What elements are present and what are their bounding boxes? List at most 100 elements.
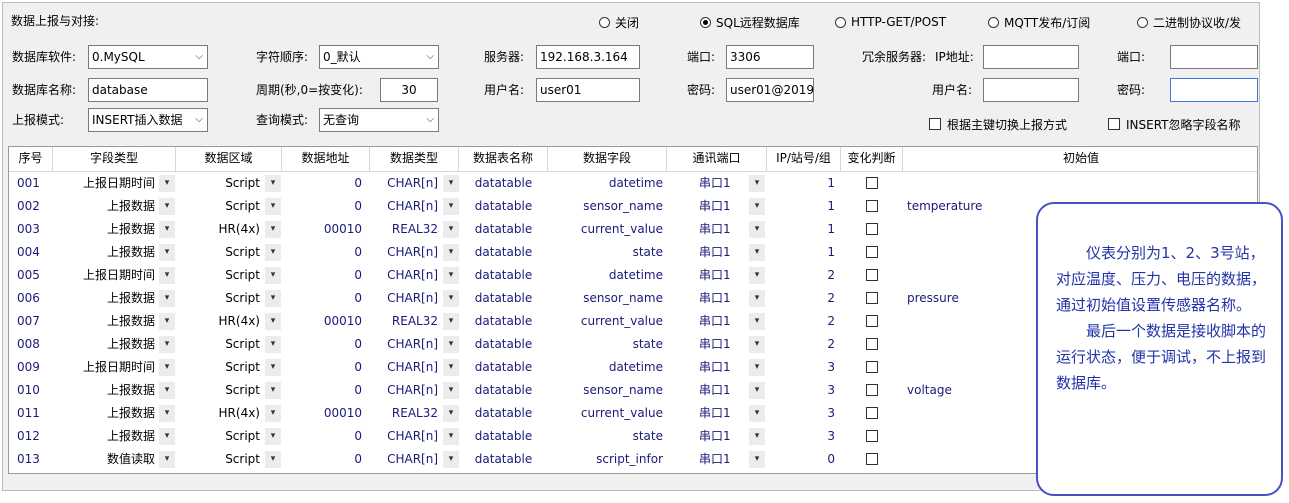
cell-field[interactable]: current_value <box>548 310 667 333</box>
col-header-init[interactable]: 初始值 <box>903 147 1257 171</box>
cell-no[interactable]: 001 <box>17 172 57 195</box>
dtype-dropdown-icon[interactable]: ▾ <box>443 428 459 445</box>
cell-dtype[interactable]: REAL32 <box>370 310 442 333</box>
cell-addr[interactable]: 0 <box>282 195 366 218</box>
cell-field[interactable]: state <box>548 333 667 356</box>
dtype-dropdown-icon[interactable]: ▾ <box>443 382 459 399</box>
cell-init[interactable] <box>907 425 1037 448</box>
col-header-dtype[interactable]: 数据类型 <box>370 147 459 171</box>
cell-dtype[interactable]: CHAR[n] <box>370 287 442 310</box>
cell-field-type[interactable]: 上报数据 <box>53 287 159 310</box>
cell-field-type[interactable]: 上报日期时间 <box>53 264 159 287</box>
cell-area[interactable]: Script <box>176 241 264 264</box>
cell-port[interactable]: 串口1 <box>699 195 749 218</box>
change-detect-checkbox[interactable] <box>866 430 878 442</box>
port-dropdown-icon[interactable]: ▾ <box>749 359 765 376</box>
col-header-port[interactable]: 通讯端口 <box>667 147 767 171</box>
cell-field[interactable]: current_value <box>548 218 667 241</box>
col-header-station[interactable]: IP/站号/组 <box>767 147 841 171</box>
area-dropdown-icon[interactable]: ▾ <box>265 290 281 307</box>
change-detect-checkbox[interactable] <box>866 177 878 189</box>
redundant-password-input[interactable] <box>1170 78 1258 102</box>
report-mode-select[interactable]: INSERT插入数据 ⌵ <box>88 108 208 132</box>
cell-no[interactable]: 003 <box>17 218 57 241</box>
mode-radio-http[interactable]: HTTP-GET/POST <box>835 12 946 32</box>
cell-station[interactable]: 1 <box>767 218 839 241</box>
port-dropdown-icon[interactable]: ▾ <box>749 175 765 192</box>
area-dropdown-icon[interactable]: ▾ <box>265 175 281 192</box>
cell-field[interactable]: datetime <box>548 264 667 287</box>
dtype-dropdown-icon[interactable]: ▾ <box>443 336 459 353</box>
cell-area[interactable]: Script <box>176 264 264 287</box>
change-detect-checkbox[interactable] <box>866 269 878 281</box>
cell-area[interactable]: HR(4x) <box>176 402 264 425</box>
cell-station[interactable]: 2 <box>767 310 839 333</box>
cell-addr[interactable]: 0 <box>282 172 366 195</box>
area-dropdown-icon[interactable]: ▾ <box>265 313 281 330</box>
port-dropdown-icon[interactable]: ▾ <box>749 221 765 238</box>
port-dropdown-icon[interactable]: ▾ <box>749 428 765 445</box>
cell-area[interactable]: Script <box>176 448 264 471</box>
field-type-dropdown-icon[interactable]: ▾ <box>159 198 175 215</box>
change-detect-checkbox[interactable] <box>866 453 878 465</box>
field-type-dropdown-icon[interactable]: ▾ <box>159 336 175 353</box>
server-input[interactable]: 192.168.3.164 <box>536 45 640 69</box>
port-input[interactable]: 3306 <box>726 45 814 69</box>
col-header-field[interactable]: 数据字段 <box>548 147 667 171</box>
cell-no[interactable]: 008 <box>17 333 57 356</box>
port-dropdown-icon[interactable]: ▾ <box>749 451 765 468</box>
cell-station[interactable]: 1 <box>767 195 839 218</box>
mode-radio-mqtt[interactable]: MQTT发布/订阅 <box>988 12 1090 32</box>
area-dropdown-icon[interactable]: ▾ <box>265 198 281 215</box>
dtype-dropdown-icon[interactable]: ▾ <box>443 313 459 330</box>
cell-dtype[interactable]: CHAR[n] <box>370 241 442 264</box>
port-dropdown-icon[interactable]: ▾ <box>749 198 765 215</box>
cell-field-type[interactable]: 上报数据 <box>53 310 159 333</box>
cell-station[interactable]: 2 <box>767 264 839 287</box>
cell-field[interactable]: sensor_name <box>548 379 667 402</box>
field-type-dropdown-icon[interactable]: ▾ <box>159 221 175 238</box>
cell-field-type[interactable]: 上报数据 <box>53 218 159 241</box>
cell-table-name[interactable]: datatable <box>459 402 548 425</box>
area-dropdown-icon[interactable]: ▾ <box>265 405 281 422</box>
change-detect-checkbox[interactable] <box>866 292 878 304</box>
field-type-dropdown-icon[interactable]: ▾ <box>159 382 175 399</box>
cell-addr[interactable]: 0 <box>282 333 366 356</box>
cell-field[interactable]: state <box>548 425 667 448</box>
cell-init[interactable]: temperature <box>907 195 1037 218</box>
cell-dtype[interactable]: CHAR[n] <box>370 172 442 195</box>
area-dropdown-icon[interactable]: ▾ <box>265 267 281 284</box>
port-dropdown-icon[interactable]: ▾ <box>749 244 765 261</box>
field-type-dropdown-icon[interactable]: ▾ <box>159 244 175 261</box>
cell-addr[interactable]: 00010 <box>282 402 366 425</box>
cell-dtype[interactable]: CHAR[n] <box>370 379 442 402</box>
cell-field-type[interactable]: 上报日期时间 <box>53 356 159 379</box>
cell-station[interactable]: 2 <box>767 287 839 310</box>
cell-no[interactable]: 007 <box>17 310 57 333</box>
cell-addr[interactable]: 0 <box>282 448 366 471</box>
change-detect-checkbox[interactable] <box>866 338 878 350</box>
cell-field-type[interactable]: 上报数据 <box>53 379 159 402</box>
mode-radio-sql[interactable]: SQL远程数据库 <box>700 12 800 32</box>
col-header-table-name[interactable]: 数据表名称 <box>459 147 548 171</box>
cell-field[interactable]: current_value <box>548 402 667 425</box>
dtype-dropdown-icon[interactable]: ▾ <box>443 198 459 215</box>
col-header-field-type[interactable]: 字段类型 <box>53 147 176 171</box>
change-detect-checkbox[interactable] <box>866 246 878 258</box>
dtype-dropdown-icon[interactable]: ▾ <box>443 359 459 376</box>
cell-area[interactable]: Script <box>176 195 264 218</box>
cell-area[interactable]: Script <box>176 172 264 195</box>
cell-no[interactable]: 013 <box>17 448 57 471</box>
cell-port[interactable]: 串口1 <box>699 264 749 287</box>
cell-field[interactable]: state <box>548 241 667 264</box>
cell-addr[interactable]: 0 <box>282 425 366 448</box>
cell-field-type[interactable]: 上报数据 <box>53 333 159 356</box>
cell-init[interactable] <box>907 172 1037 195</box>
cell-table-name[interactable]: datatable <box>459 195 548 218</box>
cell-field-type[interactable]: 数值读取 <box>53 448 159 471</box>
ignore-field-name-checkbox[interactable]: INSERT忽略字段名称 <box>1108 114 1241 134</box>
change-detect-checkbox[interactable] <box>866 223 878 235</box>
cell-area[interactable]: HR(4x) <box>176 218 264 241</box>
change-detect-checkbox[interactable] <box>866 200 878 212</box>
area-dropdown-icon[interactable]: ▾ <box>265 221 281 238</box>
